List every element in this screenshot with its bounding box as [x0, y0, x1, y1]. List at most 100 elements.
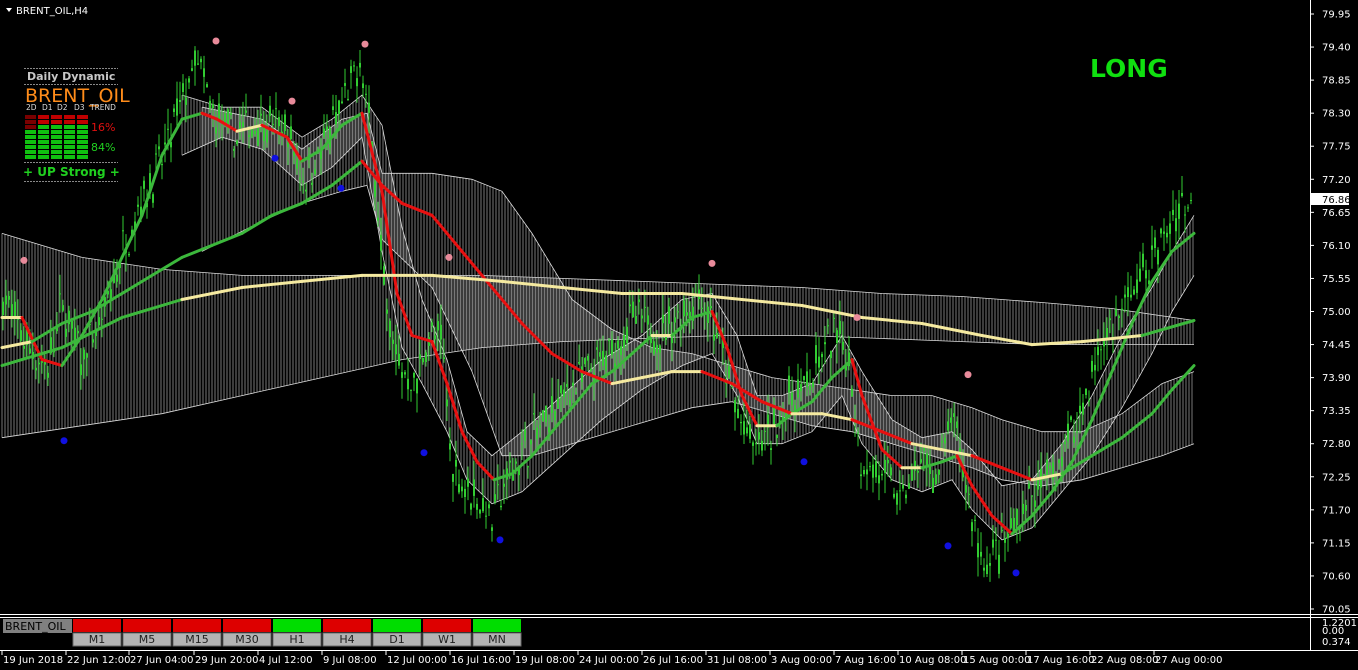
candle-body — [1025, 505, 1027, 511]
candle-body — [956, 421, 958, 429]
candle-body — [1124, 294, 1126, 298]
candle-body — [755, 443, 757, 445]
candle-body — [575, 392, 577, 394]
y-tick-label: 77.75 — [1322, 142, 1351, 153]
candle-body — [215, 127, 217, 134]
sub-axis-label: 0.374 — [1322, 637, 1351, 648]
candle-body — [194, 50, 196, 66]
y-tick-label: 75.55 — [1322, 274, 1351, 285]
candle-body — [656, 344, 658, 353]
candle-body — [866, 469, 868, 475]
panel-bar-cell — [77, 120, 88, 124]
candle-body — [992, 539, 994, 548]
candle-body — [572, 382, 574, 386]
candle-body — [626, 326, 628, 344]
candle-body — [326, 126, 328, 130]
y-tick-label: 77.20 — [1322, 175, 1351, 186]
candle-body — [38, 362, 40, 365]
candle-body — [35, 367, 37, 371]
candle-body — [338, 100, 340, 115]
candle-body — [1010, 518, 1012, 529]
candle-body — [806, 371, 808, 387]
panel-bar-cell — [77, 150, 88, 154]
candle-body — [233, 148, 235, 151]
candle-body — [563, 389, 565, 397]
candle-body — [677, 311, 679, 313]
candle-body — [1067, 423, 1069, 442]
candle-body — [1070, 416, 1072, 420]
candle-body — [1160, 228, 1162, 234]
candle-body — [377, 217, 379, 221]
candle-body — [122, 230, 124, 232]
candle-body — [29, 348, 31, 354]
candle-body — [686, 312, 688, 316]
candle-body — [596, 347, 598, 350]
candle-body — [1046, 459, 1048, 477]
candle-body — [83, 349, 85, 360]
candle-body — [788, 375, 790, 393]
y-tick-label: 73.35 — [1322, 406, 1351, 417]
candle-body — [1142, 253, 1144, 268]
candle-body — [1109, 318, 1111, 321]
candle-body — [305, 189, 307, 192]
candle-body — [629, 304, 631, 307]
candle-body — [509, 460, 511, 463]
candle-body — [860, 474, 862, 477]
candle-body — [350, 66, 352, 73]
fractal-low-dot — [420, 449, 428, 457]
candle-body — [941, 441, 943, 443]
candle-body — [938, 469, 940, 475]
panel-column-D1: D1 — [42, 103, 53, 112]
candle-body — [446, 399, 448, 407]
candle-body — [20, 330, 22, 341]
candle-body — [302, 181, 304, 183]
candle-body — [1031, 495, 1033, 497]
candle-body — [878, 475, 880, 484]
panel-bar-cell — [51, 115, 62, 119]
candle-body — [62, 305, 64, 311]
candle-body — [929, 466, 931, 474]
candle-body — [752, 442, 754, 446]
x-tick-label: 27 Aug 00:00 — [1155, 655, 1222, 666]
candle-body — [173, 108, 175, 112]
timeframe-label-M1: M1 — [89, 633, 106, 646]
timeframe-label-MN: MN — [488, 633, 506, 646]
panel-bar-cell — [64, 150, 75, 154]
timeframe-state-MN — [473, 619, 521, 632]
candle-body — [218, 103, 220, 121]
panel-bar-cell — [25, 125, 36, 129]
candle-body — [674, 317, 676, 323]
y-tick-label: 70.05 — [1322, 605, 1351, 616]
candle-body — [311, 182, 313, 185]
candle-body — [995, 539, 997, 541]
panel-bar-cell — [64, 135, 75, 139]
candle-body — [416, 378, 418, 394]
candle-body — [437, 321, 439, 331]
candle-body — [479, 509, 481, 514]
candle-body — [431, 322, 433, 327]
candle-body — [875, 461, 877, 478]
candle-body — [203, 68, 205, 77]
candle-body — [1169, 223, 1171, 234]
fractal-low-dot — [337, 184, 345, 192]
candle-body — [1118, 316, 1120, 318]
candle-body — [542, 410, 544, 421]
panel-bar-cell — [51, 150, 62, 154]
candle-body — [1187, 207, 1189, 209]
candle-body — [824, 342, 826, 345]
candle-body — [389, 320, 391, 338]
panel-bar-cell — [64, 155, 75, 159]
candle-body — [254, 131, 256, 134]
candle-body — [419, 354, 421, 359]
candle-body — [1004, 538, 1006, 543]
candle-body — [947, 421, 949, 431]
candle-body — [395, 344, 397, 355]
candle-body — [440, 324, 442, 340]
candle-body — [260, 113, 262, 116]
candle-body — [500, 505, 502, 508]
candle-body — [470, 503, 472, 510]
candle-body — [335, 112, 337, 125]
candle-body — [251, 128, 253, 137]
candle-body — [761, 440, 763, 451]
candle-body — [86, 353, 88, 358]
